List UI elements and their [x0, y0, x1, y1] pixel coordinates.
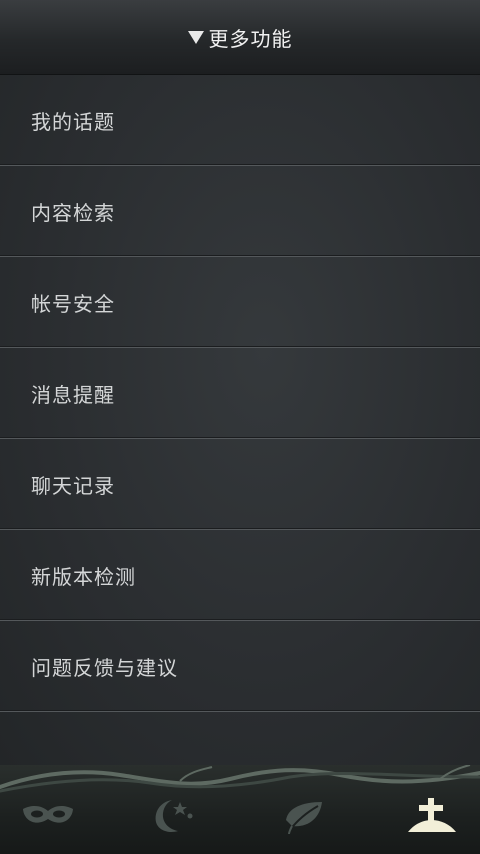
menu-item-content-search[interactable]: 内容检索 [0, 166, 480, 257]
menu-item-label: 帐号安全 [31, 291, 115, 316]
menu-item-label: 聊天记录 [31, 473, 115, 498]
menu-item-label: 消息提醒 [31, 382, 115, 407]
leaf-icon [286, 802, 322, 835]
triangle-down-icon [187, 31, 204, 44]
header-bar: 更多功能 [0, 0, 480, 75]
menu-item-label: 我的话题 [31, 109, 115, 134]
menu-list: 我的话题 内容检索 帐号安全 消息提醒 聊天记录 新版本检测 问题反馈与建议 [0, 75, 480, 765]
menu-item-label: 新版本检测 [31, 564, 136, 589]
tab-moon[interactable] [128, 783, 218, 849]
bottom-tab-bar [0, 765, 480, 854]
moon-stars-icon [155, 800, 193, 832]
tab-grave[interactable] [387, 783, 477, 849]
menu-item-account-security[interactable]: 帐号安全 [0, 257, 480, 348]
menu-item-notifications[interactable]: 消息提醒 [0, 348, 480, 439]
tab-mask[interactable] [3, 783, 93, 849]
menu-item-my-topics[interactable]: 我的话题 [0, 75, 480, 166]
menu-item-label: 内容检索 [31, 200, 115, 225]
menu-item-label: 问题反馈与建议 [31, 655, 178, 680]
menu-item-feedback[interactable]: 问题反馈与建议 [0, 621, 480, 712]
menu-item-check-update[interactable]: 新版本检测 [0, 530, 480, 621]
grave-cross-icon [408, 798, 456, 832]
page-title: 更多功能 [208, 26, 293, 51]
menu-item-chat-history[interactable]: 聊天记录 [0, 439, 480, 530]
mask-icon [23, 805, 73, 823]
tab-leaf[interactable] [258, 783, 348, 849]
